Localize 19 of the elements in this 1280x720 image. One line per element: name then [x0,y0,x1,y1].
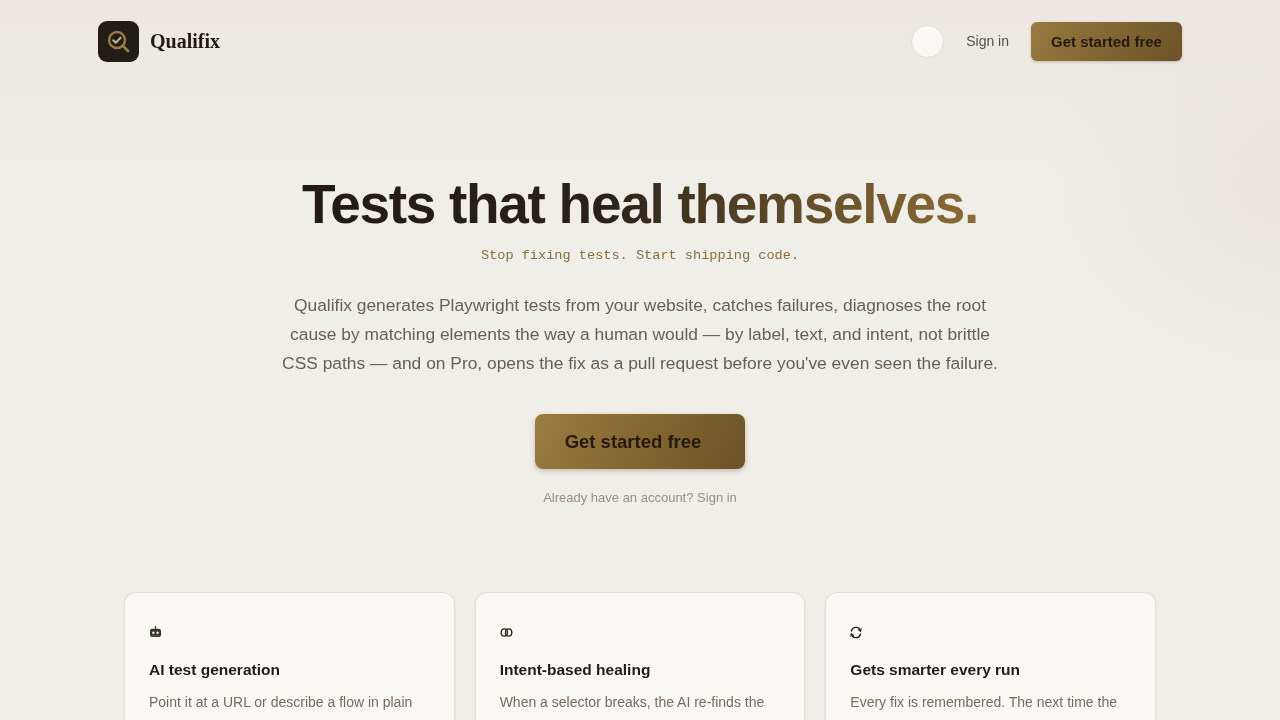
robot-icon [149,626,162,638]
hero-description: Qualifix generates Playwright tests from your website, catches failures, diagnoses the root cause by matching elements the way a human would — by label, text, and intent, not brittle CSS paths — and on Pro, opens the fix as a pull request before you've even seen the failure. [281,294,999,375]
magnifier-logo-icon [98,20,139,62]
brand-name: Qualifix [150,29,220,53]
linked-rings-icon [499,627,513,637]
account-prompt: Already have an account? Sign in [543,489,737,507]
feature-title: AI test generation [149,660,281,680]
tagline: Stop fixing tests. Start shipping code. [480,247,800,265]
sign-in-link[interactable]: Sign in [966,33,1009,49]
feature-description: Every fix is remembered. The next time the [850,693,1118,712]
feature-description: Point it at a URL or describe a flow in plain [149,693,414,712]
get-started-button[interactable]: Get started free [1031,21,1182,61]
feature-description: When a selector breaks, the AI re-finds the [499,693,766,712]
feature-title: Gets smarter every run [850,660,1022,680]
feature-title: Intent-based healing [499,660,652,680]
refresh-arrows-icon [850,625,863,639]
get-started-button[interactable]: Get started free [535,414,745,469]
circle-button[interactable] [911,24,945,58]
sign-in-link[interactable]: Sign in [697,490,737,505]
